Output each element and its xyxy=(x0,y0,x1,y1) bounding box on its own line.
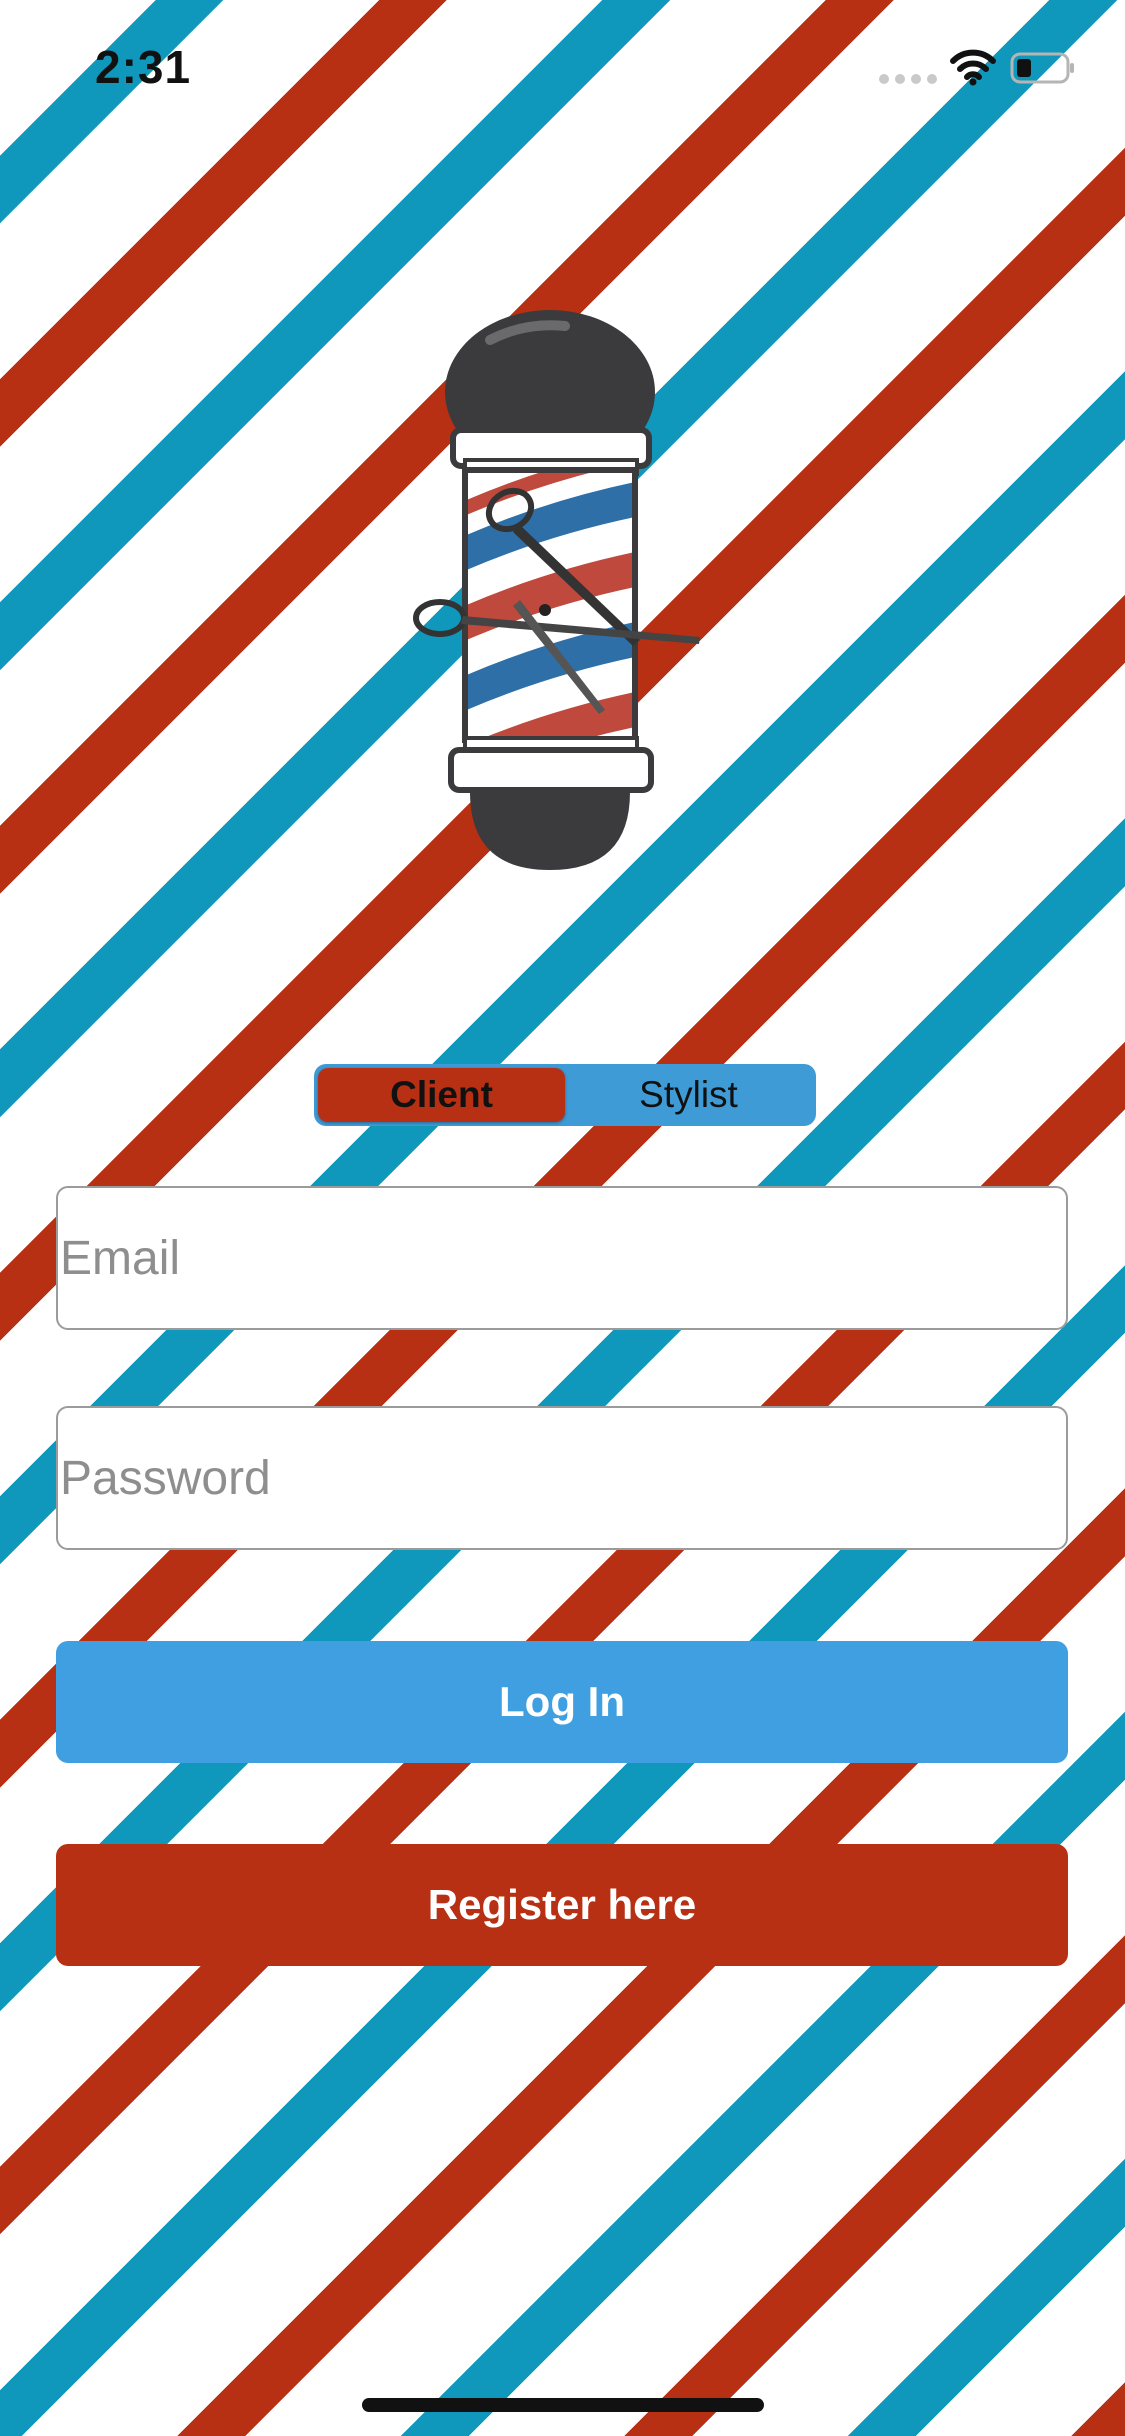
password-field[interactable] xyxy=(56,1406,1068,1550)
role-segmented-control: Client Stylist xyxy=(314,1064,816,1126)
barber-pole-logo xyxy=(413,310,700,870)
signal-dots-icon xyxy=(879,74,937,84)
status-time: 2:31 xyxy=(95,41,192,93)
segment-stylist[interactable]: Stylist xyxy=(565,1068,812,1122)
home-indicator[interactable] xyxy=(362,2398,764,2412)
wifi-icon xyxy=(950,49,996,86)
battery-icon xyxy=(1010,52,1074,84)
status-bar: 2:31 xyxy=(0,0,1125,135)
email-field[interactable] xyxy=(56,1186,1068,1330)
segment-client[interactable]: Client xyxy=(318,1068,565,1122)
login-button[interactable]: Log In xyxy=(56,1641,1068,1763)
register-button[interactable]: Register here xyxy=(56,1844,1068,1966)
